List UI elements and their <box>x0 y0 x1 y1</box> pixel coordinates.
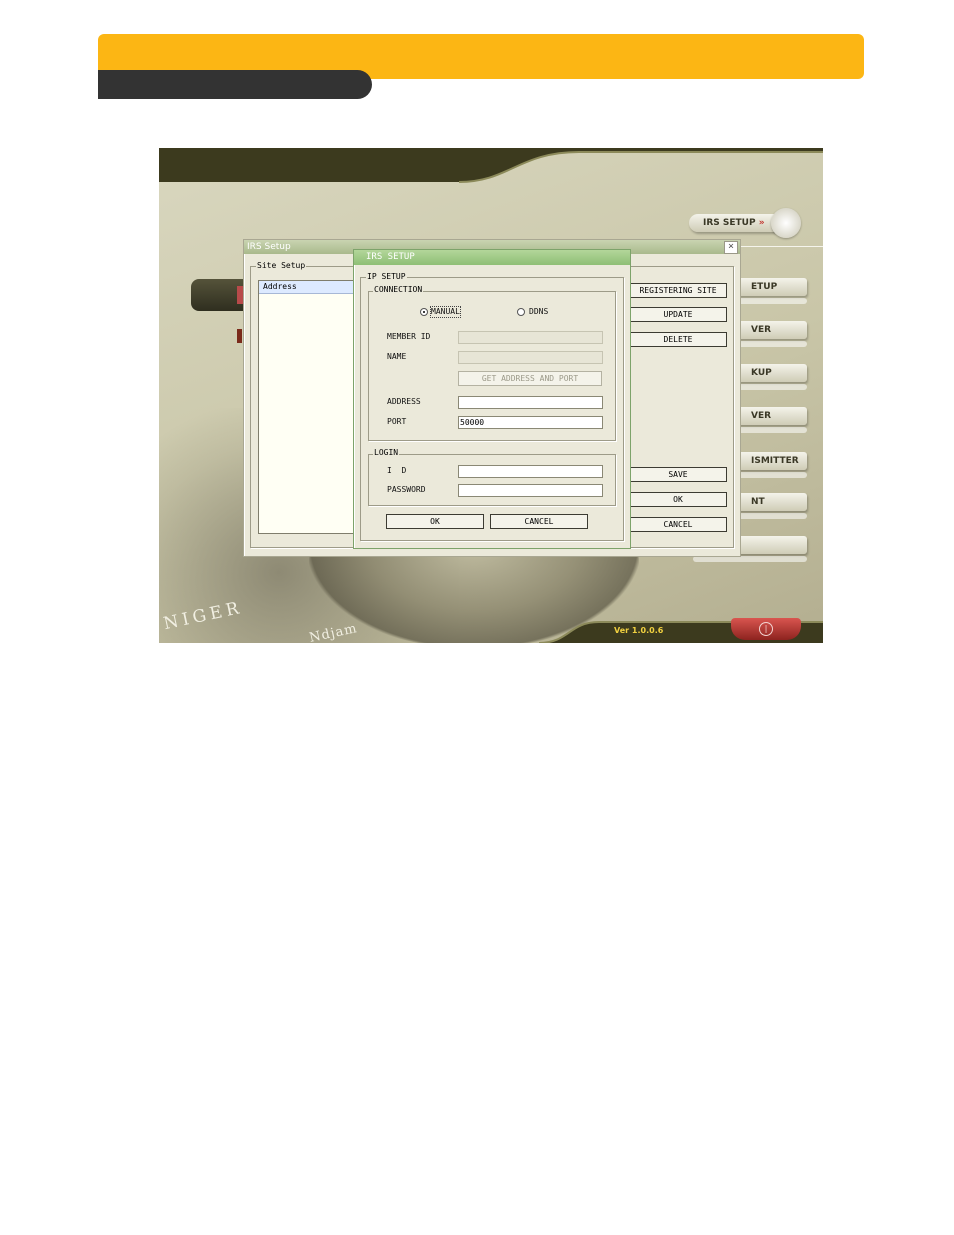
delete-button[interactable]: DELETE <box>629 332 727 347</box>
irs-setup-nav-button[interactable]: IRS SETUP » <box>689 214 777 232</box>
port-label: PORT <box>387 417 407 426</box>
get-address-and-port-button[interactable]: GET ADDRESS AND PORT <box>458 371 602 386</box>
password-label: PASSWORD <box>387 485 426 494</box>
version-label: Ver 1.0.0.6 <box>614 626 664 635</box>
irs-ok-button[interactable]: OK <box>629 492 727 507</box>
power-button[interactable]: | <box>731 618 801 640</box>
manual-radio[interactable] <box>420 308 428 316</box>
irs-dialog-title: IRS Setup <box>247 242 291 252</box>
ddns-radio[interactable] <box>517 308 525 316</box>
manual-radio-label[interactable]: MANUAL <box>430 306 461 318</box>
ip-dialog-title: IRS SETUP <box>366 252 415 262</box>
site-list-header-address[interactable]: Address <box>259 281 355 294</box>
page-header-tab <box>98 70 372 99</box>
member-id-field[interactable] <box>458 331 603 344</box>
save-button[interactable]: SAVE <box>629 467 727 482</box>
login-label: LOGIN <box>373 448 400 458</box>
app-bottom-bar <box>538 621 823 643</box>
password-field[interactable] <box>458 484 603 497</box>
ip-cancel-button[interactable]: CANCEL <box>490 514 588 529</box>
address-field[interactable] <box>458 396 603 409</box>
address-label: ADDRESS <box>387 397 421 406</box>
application-screenshot: NIGER Ndjam IRS SETUP » ETUP VER KUP VER… <box>159 148 823 643</box>
app-top-bar <box>159 148 823 183</box>
close-icon[interactable]: × <box>724 241 738 254</box>
login-group <box>368 454 616 506</box>
connection-label: CONNECTION <box>373 285 424 295</box>
port-field[interactable]: 50000 <box>458 416 603 429</box>
update-button[interactable]: UPDATE <box>629 307 727 322</box>
ip-dialog-titlebar: IRS SETUP <box>354 250 630 265</box>
irs-cancel-button[interactable]: CANCEL <box>629 517 727 532</box>
ip-setup-dialog: IRS SETUP IP SETUP CONNECTION MANUAL DDN… <box>353 249 631 549</box>
name-label: NAME <box>387 352 407 361</box>
site-setup-label: Site Setup <box>256 261 307 271</box>
member-id-label: MEMBER ID <box>387 332 431 341</box>
registering-site-button[interactable]: REGISTERING SITE <box>629 283 727 298</box>
ip-ok-button[interactable]: OK <box>386 514 484 529</box>
ddns-radio-label[interactable]: DDNS <box>529 307 548 317</box>
disc-icon <box>771 208 801 238</box>
id-field[interactable] <box>458 465 603 478</box>
site-list[interactable]: Address <box>258 280 356 534</box>
ip-setup-label: IP SETUP <box>366 272 407 282</box>
power-icon: | <box>759 622 773 636</box>
app-left-marker <box>237 329 242 343</box>
name-field[interactable] <box>458 351 603 364</box>
id-label: I D <box>387 466 407 475</box>
